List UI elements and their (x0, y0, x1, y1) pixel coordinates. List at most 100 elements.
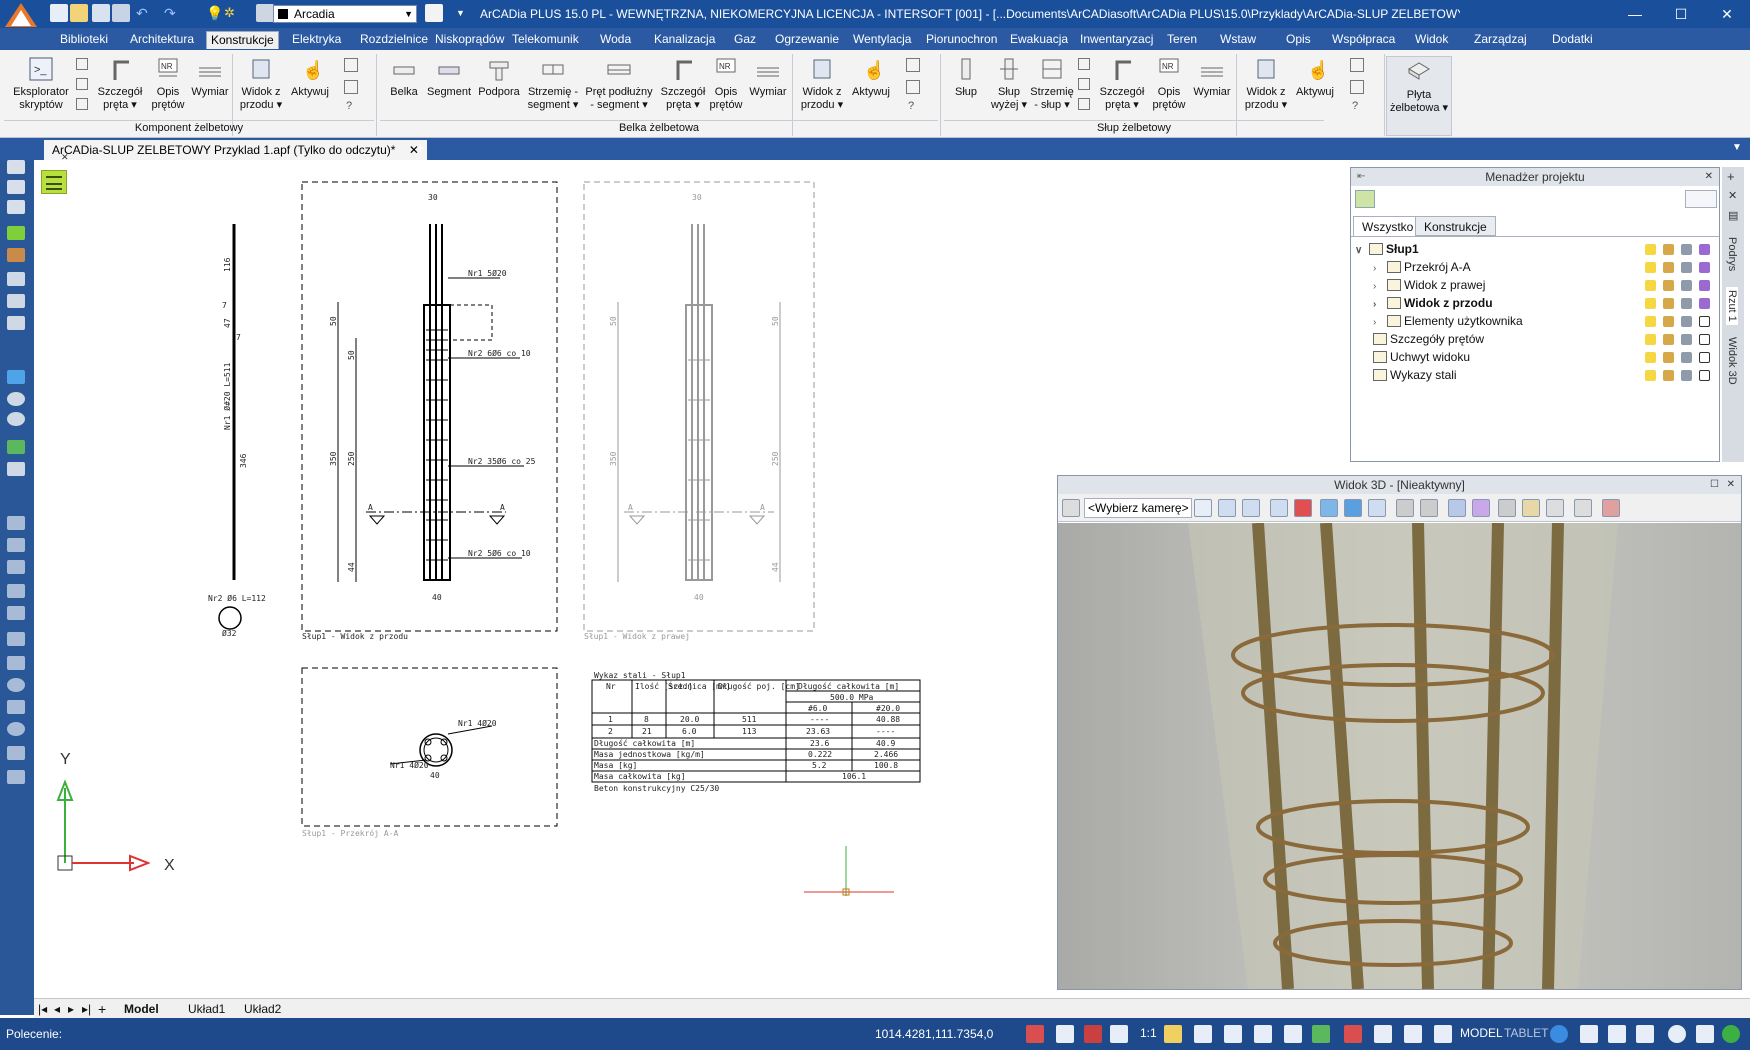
copy-icon[interactable] (76, 58, 88, 70)
document-icon[interactable] (906, 80, 920, 94)
bulb-icon[interactable]: 💡 (206, 4, 224, 22)
annotation-icon[interactable] (1164, 1025, 1182, 1043)
layer-tool-icon[interactable] (425, 4, 443, 22)
options-icon[interactable] (906, 58, 920, 72)
view-tool-icon-15[interactable] (1602, 499, 1620, 517)
view-tool-icon-11[interactable] (1498, 499, 1516, 517)
view-tool-icon-10[interactable] (1472, 499, 1490, 517)
undo-icon[interactable]: ↶ (136, 4, 154, 22)
tab-wstaw[interactable]: Wstaw (1216, 31, 1260, 49)
pan-icon[interactable] (7, 440, 25, 454)
tab-architektura[interactable]: Architektura (126, 31, 198, 49)
longitudinal-bar-button[interactable]: Pręt podłużny - segment ▾ (580, 56, 658, 112)
sheet-tab-uklad1[interactable]: Układ1 (188, 1001, 225, 1017)
tree-item-szczegoly[interactable]: Szczegóły prętów (1373, 330, 1484, 348)
draw-tool-icon-1[interactable] (7, 516, 25, 530)
tab-wspolpraca[interactable]: Współpraca (1328, 31, 1399, 49)
options-icon[interactable] (1350, 58, 1364, 72)
box-tool-icon[interactable] (7, 746, 25, 760)
list-icon[interactable] (76, 98, 88, 110)
polygon-tool-icon[interactable] (7, 700, 25, 714)
segment-button[interactable]: Segment (424, 56, 474, 99)
redo-icon[interactable]: ↷ (164, 4, 182, 22)
dimension-button[interactable]: Wymiar (188, 56, 232, 99)
tablet-toggle[interactable]: TABLET (1504, 1026, 1548, 1040)
osnap-icon[interactable] (1344, 1025, 1362, 1043)
column-above-button[interactable]: Słup wyżej ▾ (986, 56, 1032, 112)
rectangle-tool-icon[interactable] (7, 632, 25, 646)
document-icon[interactable] (1350, 80, 1364, 94)
view-icon[interactable] (7, 462, 25, 476)
beam-button[interactable]: Belka (384, 56, 424, 99)
toolbar-icon-3[interactable] (7, 200, 25, 214)
ucs-icon[interactable] (1312, 1025, 1330, 1043)
tab-inwentaryzacj[interactable]: Inwentaryzacj (1076, 31, 1157, 49)
arc-tool-icon[interactable] (7, 656, 25, 670)
tab-konstrukcje-pm[interactable]: Konstrukcje (1415, 216, 1496, 236)
tab-elektryka[interactable]: Elektryka (288, 31, 345, 49)
front-view-button-2[interactable]: Widok z przodu ▾ (794, 56, 850, 112)
tab-biblioteki[interactable]: Biblioteki (56, 31, 112, 49)
maximize-panel-icon[interactable]: ☐ (1710, 476, 1719, 494)
move-icon[interactable] (76, 78, 88, 90)
check-icon[interactable] (1722, 1025, 1740, 1043)
move-icon[interactable] (1078, 78, 1090, 90)
user-icon[interactable] (1608, 1025, 1626, 1043)
view-tool-icon-5[interactable] (1320, 499, 1338, 517)
rc-slab-button[interactable]: Płyta żelbetowa ▾ (1386, 56, 1452, 136)
view-tool-icon-2[interactable] (1242, 499, 1260, 517)
toolbar-icon-2[interactable] (7, 180, 25, 194)
sheet-tab-model[interactable]: Model (124, 1001, 159, 1017)
bar-detail-button[interactable]: Szczegół pręta ▾ (92, 56, 148, 112)
add-icon[interactable]: + (1727, 169, 1735, 184)
toolbar-icon-8[interactable] (7, 316, 25, 330)
text-tool-icon[interactable] (7, 770, 25, 784)
toolbar-icon-6[interactable] (7, 272, 25, 286)
refresh-icon[interactable] (7, 370, 25, 384)
tree-item-widok-prawej[interactable]: › Widok z prawej (1373, 276, 1485, 294)
tab-telekomunik[interactable]: Telekomunik (508, 31, 583, 49)
tab-niskopradow[interactable]: Niskoprądów (431, 31, 508, 49)
camera-icon[interactable] (1062, 499, 1080, 517)
tab-piorunochron[interactable]: Piorunochron (922, 31, 1001, 49)
close-panel-icon[interactable]: ✕ (1705, 168, 1713, 186)
tree-item-slup1[interactable]: ∨ Słup1 (1355, 240, 1419, 258)
close-panel-icon[interactable]: ✕ (1727, 476, 1735, 494)
grid-dots-icon[interactable] (1224, 1025, 1242, 1043)
window-icon[interactable] (1580, 1025, 1598, 1043)
toolbar-icon-1[interactable] (7, 160, 25, 174)
list-icon[interactable]: ▤ (1728, 209, 1738, 222)
close-icon[interactable]: ✕ (1728, 189, 1737, 202)
view-tool-icon-9[interactable] (1448, 499, 1466, 517)
save-icon[interactable] (92, 4, 110, 22)
layout-icon[interactable] (1374, 1025, 1392, 1043)
command-prompt[interactable]: Polecenie: (6, 1027, 62, 1041)
fly-icon[interactable] (1344, 499, 1362, 517)
tree-item-przekroj[interactable]: › Przekrój A-A (1373, 258, 1471, 276)
help-icon[interactable]: ? (1352, 100, 1358, 112)
tree-item-uchwyt[interactable]: Uchwyt widoku (1373, 348, 1470, 366)
tab-dodatki[interactable]: Dodatki (1548, 31, 1597, 49)
bar-detail-button-3[interactable]: Szczegół pręta ▾ (1094, 56, 1150, 112)
quick-access-dropdown-icon[interactable]: ▼ (456, 4, 474, 22)
add-element-icon[interactable] (1355, 190, 1375, 208)
tabs-menu-icon[interactable]: ▼ (1732, 142, 1742, 153)
tab-zarzadzaj[interactable]: Zarządzaj (1470, 31, 1531, 49)
tree-item-wykazy[interactable]: Wykazy stali (1373, 366, 1457, 384)
options-icon[interactable] (344, 58, 358, 72)
polyline-tool-icon[interactable] (7, 606, 25, 620)
activate-button-1[interactable]: ☝ Aktywuj (286, 56, 334, 99)
toolbar-icon-5[interactable] (7, 248, 25, 262)
tab-ewakuacja[interactable]: Ewakuacja (1006, 31, 1072, 49)
side-tab-rzut1[interactable]: Rzut 1 (1726, 287, 1738, 325)
layer-select[interactable]: Arcadia ▼ (273, 5, 417, 23)
bar-description-button-2[interactable]: NR Opis prętów (706, 56, 746, 112)
view-tool-icon-14[interactable] (1574, 499, 1592, 517)
add-sheet-button[interactable]: + (98, 1001, 106, 1017)
beam-stirrup-segment-button[interactable]: Strzemię - segment ▾ (524, 56, 582, 112)
view-tool-icon-13[interactable] (1546, 499, 1564, 517)
tab-teren[interactable]: Teren (1163, 31, 1201, 49)
angle-icon[interactable] (1404, 1025, 1422, 1043)
view-tool-icon-3[interactable] (1270, 499, 1288, 517)
column-button[interactable]: Słup (946, 56, 986, 99)
